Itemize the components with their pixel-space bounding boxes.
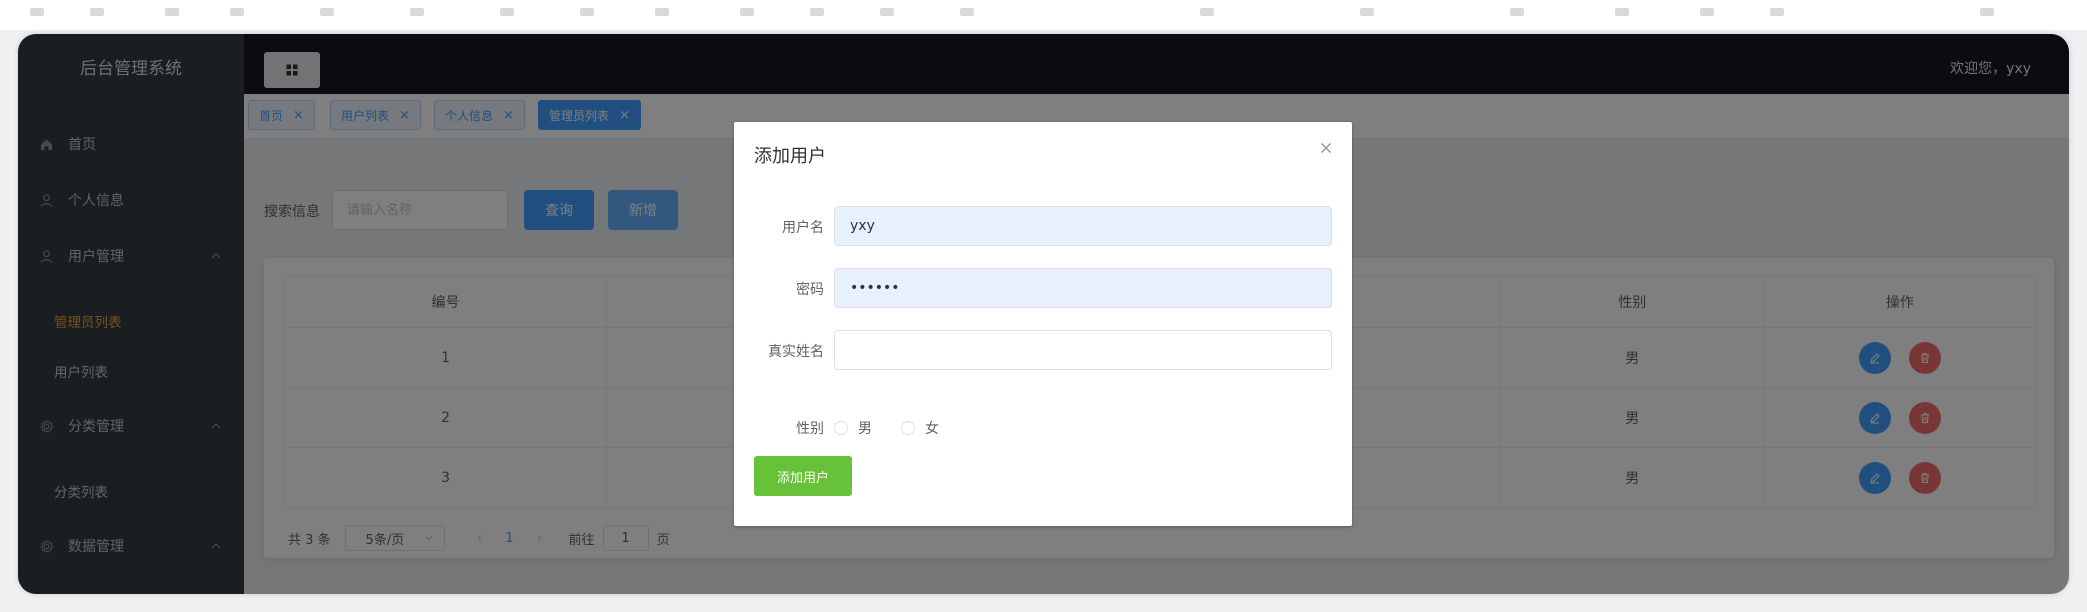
gender-radio-female[interactable]: 女 (901, 418, 939, 438)
admin-app: 后台管理系统 首页 个人信息 用户管理 (18, 34, 2069, 594)
realname-field[interactable] (834, 330, 1332, 370)
browser-bookmark-bar (0, 0, 2087, 30)
radio-circle-icon (901, 421, 915, 435)
gender-label: 性别 (796, 421, 824, 437)
add-user-button[interactable]: 添加用户 (754, 456, 852, 496)
realname-label: 真实姓名 (768, 344, 824, 360)
browser-window: 后台管理系统 首页 个人信息 用户管理 (18, 34, 2069, 594)
username-label: 用户名 (782, 220, 824, 236)
radio-circle-icon (834, 421, 848, 435)
dialog-title: 添加用户 (754, 146, 826, 167)
radio-label: 男 (858, 421, 872, 437)
radio-label: 女 (925, 421, 939, 437)
username-field[interactable] (834, 206, 1332, 246)
password-field[interactable] (834, 268, 1332, 308)
close-icon[interactable] (1318, 140, 1334, 156)
add-user-dialog: 添加用户 用户名 密码 真实姓名 性别 男 女 添加用户 (734, 122, 1352, 526)
password-label: 密码 (796, 282, 824, 298)
gender-radio-male[interactable]: 男 (834, 418, 872, 438)
